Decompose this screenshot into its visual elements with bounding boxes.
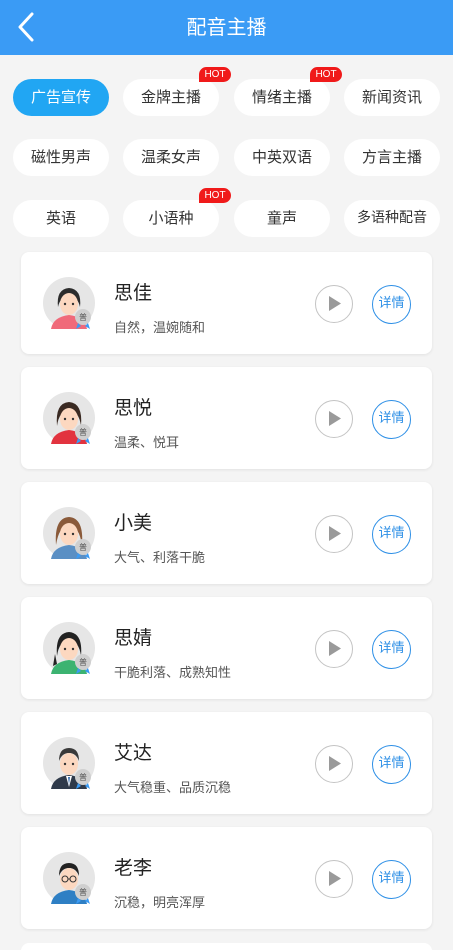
detail-button[interactable]: 详情 (372, 285, 411, 324)
play-icon (329, 756, 341, 771)
tag-label: 广告宣传 (30, 88, 91, 106)
anchor-desc: 自然，温婉随和 (114, 321, 206, 336)
anchor-name: 思婧 (114, 627, 153, 649)
anchor-card[interactable]: 普 老李 沉稳，明亮浑厚 详情 (21, 827, 432, 929)
detail-button[interactable]: 详情 (372, 745, 411, 784)
badge-label: 普 (79, 772, 87, 782)
play-icon (329, 296, 341, 311)
hot-badge: HOT (199, 188, 231, 203)
anchor-desc: 大气稳重、品质沉稳 (114, 781, 232, 796)
tag-label: 多语种配音 (357, 210, 427, 226)
detail-button[interactable]: 详情 (372, 400, 411, 439)
play-button[interactable] (315, 630, 353, 668)
badge-label: 普 (79, 542, 87, 552)
play-icon (329, 411, 341, 426)
tag-item[interactable]: 情绪主播 HOT (234, 67, 342, 116)
anchor-name: 思悦 (114, 397, 153, 419)
female-avatar-icon: 普 (43, 392, 95, 444)
female-avatar-icon: 普 (43, 507, 95, 559)
anchor-card[interactable]: 普 思婧 干脆利落、成熟知性 详情 (21, 597, 432, 699)
hot-badge: HOT (199, 67, 231, 82)
tag-label: 磁性男声 (30, 148, 91, 166)
anchor-desc: 温柔、悦耳 (114, 436, 180, 451)
play-icon (329, 641, 341, 656)
tag-label: 金牌主播 (140, 88, 201, 106)
tag-item[interactable]: 新闻资讯 (344, 79, 440, 116)
anchor-name: 老李 (114, 857, 153, 879)
tag-item[interactable]: 方言主播 (344, 139, 440, 176)
tag-label: 温柔女声 (140, 148, 201, 166)
hot-badge: HOT (310, 67, 342, 82)
tag-item[interactable]: 广告宣传 (13, 79, 109, 116)
tag-item[interactable]: 中英双语 (234, 139, 330, 176)
badge-label: 普 (79, 312, 87, 322)
female-avatar-icon: 普 (43, 277, 95, 329)
male-avatar-icon: 普 (43, 737, 95, 789)
page-title: 配音主播 (186, 15, 267, 39)
tag-label: 中英双语 (251, 148, 312, 166)
play-button[interactable] (315, 515, 353, 553)
anchor-desc: 大气、利落干脆 (114, 551, 206, 566)
anchor-name: 思佳 (114, 282, 153, 304)
anchor-desc: 干脆利落、成熟知性 (114, 666, 232, 681)
anchor-card[interactable]: 普 思佳 自然，温婉随和 详情 (21, 252, 432, 354)
play-icon (329, 526, 341, 541)
anchor-name: 艾达 (114, 742, 153, 764)
tag-item[interactable]: 多语种配音 (344, 200, 440, 237)
tag-item[interactable]: 金牌主播 HOT (123, 67, 231, 116)
anchor-card[interactable]: 普 小美 大气、利落干脆 详情 (21, 482, 432, 584)
badge-label: 普 (79, 657, 87, 667)
tag-item[interactable]: 英语 (13, 200, 109, 237)
badge-label: 普 (79, 887, 87, 897)
play-button[interactable] (315, 860, 353, 898)
tag-label: 英语 (45, 209, 76, 227)
anchor-card-partial[interactable] (21, 943, 432, 950)
detail-button[interactable]: 详情 (372, 515, 411, 554)
tag-label: 新闻资讯 (361, 88, 422, 106)
tag-item[interactable]: 磁性男声 (13, 139, 109, 176)
tag-label: 情绪主播 (251, 88, 312, 106)
tag-label: 方言主播 (361, 148, 422, 166)
tag-label: 童声 (266, 209, 297, 227)
anchor-desc: 沉稳，明亮浑厚 (114, 896, 206, 911)
play-button[interactable] (315, 745, 353, 783)
detail-button[interactable]: 详情 (372, 860, 411, 899)
tag-item[interactable]: 温柔女声 (123, 139, 219, 176)
tag-label: 小语种 (148, 209, 194, 227)
anchor-card[interactable]: 普 思悦 温柔、悦耳 详情 (21, 367, 432, 469)
category-tags: 广告宣传 金牌主播 HOT 情绪主播 HOT 新闻资讯 磁性男声 温柔女声 中英双语… (0, 55, 453, 245)
play-button[interactable] (315, 285, 353, 323)
female-avatar-icon: 普 (43, 622, 95, 674)
play-button[interactable] (315, 400, 353, 438)
app-header: 配音主播 (0, 0, 453, 55)
anchor-name: 小美 (114, 512, 153, 534)
detail-button[interactable]: 详情 (372, 630, 411, 669)
anchor-card[interactable]: 普 艾达 大气稳重、品质沉稳 详情 (21, 712, 432, 814)
badge-label: 普 (79, 427, 87, 437)
tag-item[interactable]: 小语种 HOT (123, 188, 231, 237)
play-icon (329, 871, 341, 886)
male-avatar-icon: 普 (43, 852, 95, 904)
tag-item[interactable]: 童声 (234, 200, 330, 237)
